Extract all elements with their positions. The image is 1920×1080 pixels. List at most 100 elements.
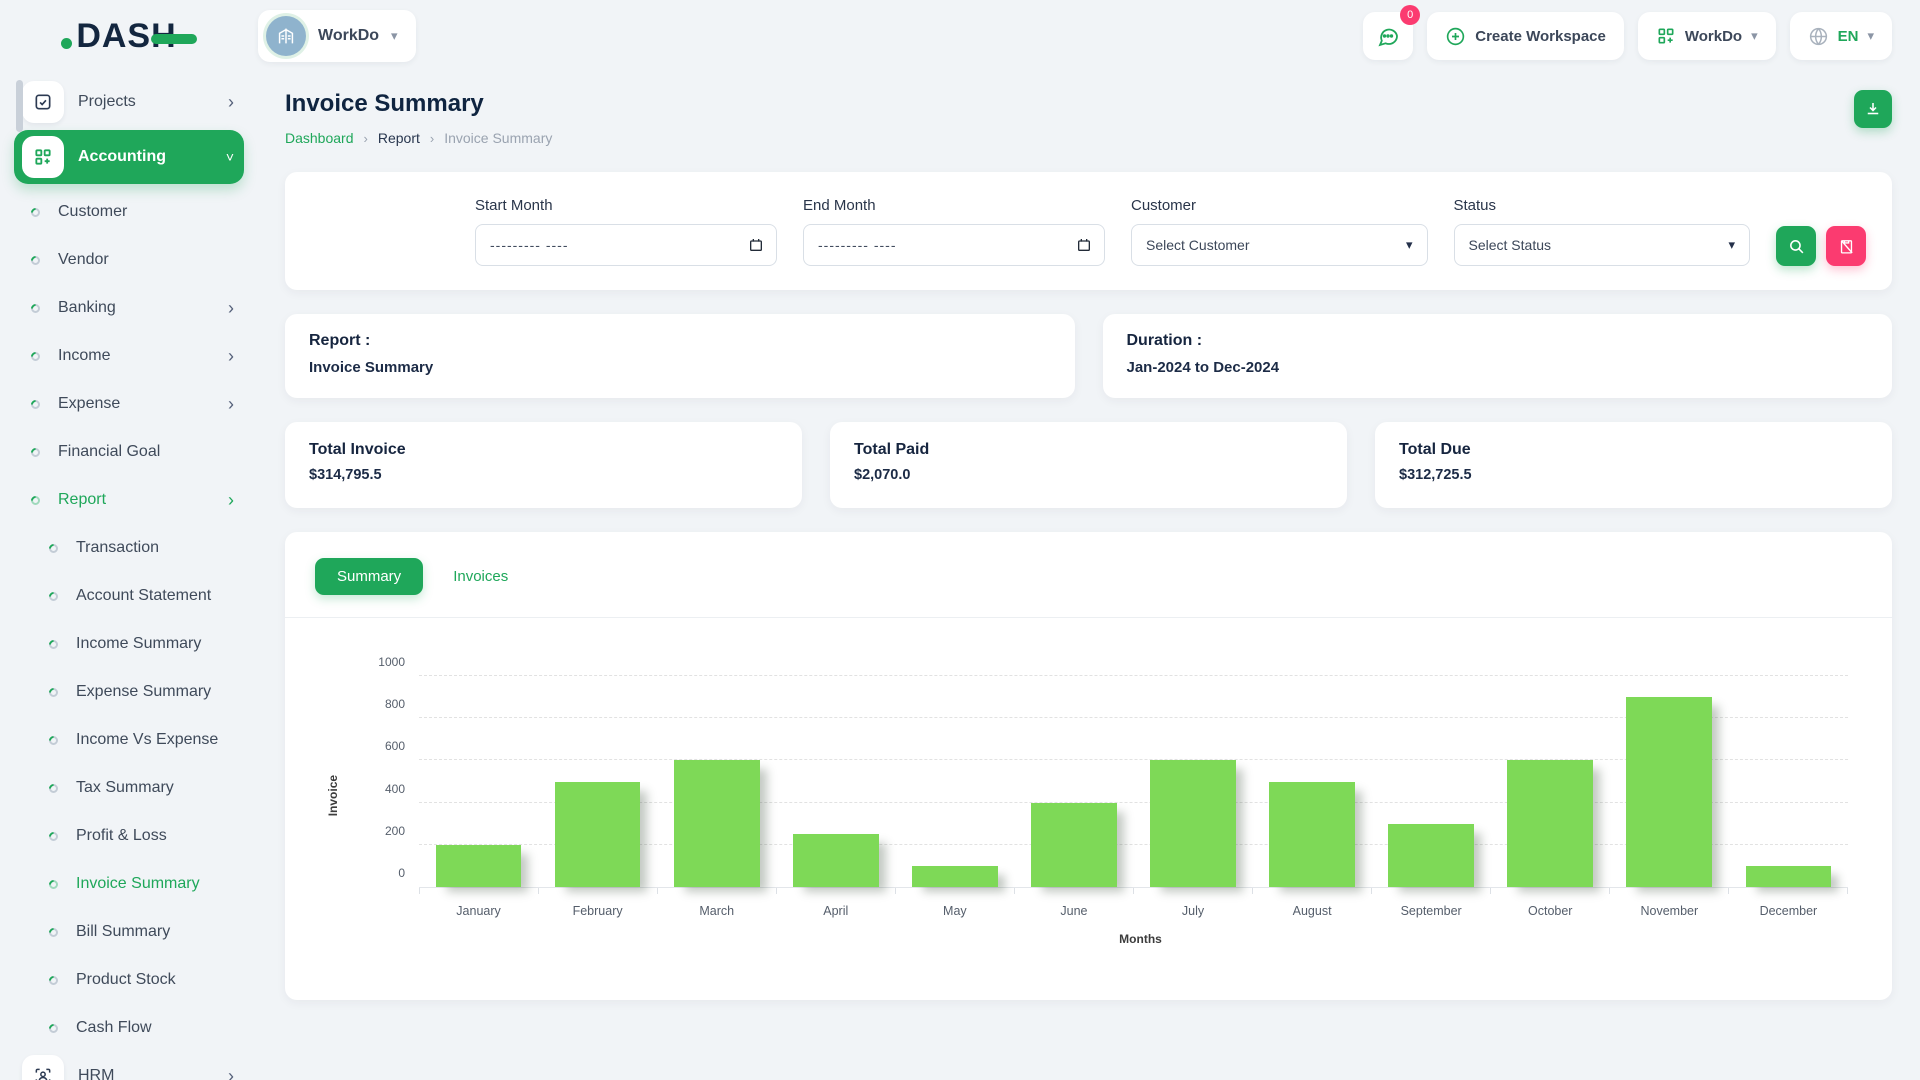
sidebar-item-vendor[interactable]: Vendor xyxy=(14,236,244,284)
stat-value: $312,725.5 xyxy=(1399,467,1868,483)
breadcrumb-report[interactable]: Report xyxy=(378,130,420,146)
bullet-dot-icon xyxy=(47,926,60,939)
sidebar-item-expense[interactable]: Expense› xyxy=(14,380,244,428)
bullet-dot-icon xyxy=(47,782,60,795)
sidebar-item-report[interactable]: Report› xyxy=(14,476,244,524)
chat-bubble-icon xyxy=(1376,24,1400,48)
y-tick-200: 200 xyxy=(385,824,405,838)
sidebar-item-income[interactable]: Income› xyxy=(14,332,244,380)
start-month-input[interactable]: --------- ---- xyxy=(475,224,777,266)
filter-panel: Start Month --------- ---- End Month ---… xyxy=(285,172,1892,290)
sidebar-item-expense-summary[interactable]: Expense Summary xyxy=(14,668,244,716)
reset-filter-button[interactable] xyxy=(1826,226,1866,266)
chevron-down-icon: ▾ xyxy=(1867,28,1874,44)
create-workspace-button[interactable]: Create Workspace xyxy=(1427,12,1624,60)
bar-december[interactable] xyxy=(1746,866,1832,887)
x-label-august: August xyxy=(1253,904,1372,918)
sidebar-item-label: Transaction xyxy=(76,539,234,557)
breadcrumb-separator-icon: › xyxy=(430,131,434,146)
bullet-dot-icon xyxy=(29,302,42,315)
tab-invoices[interactable]: Invoices xyxy=(449,558,512,595)
sidebar-item-label: Expense xyxy=(58,395,228,413)
x-label-september: September xyxy=(1372,904,1491,918)
chevron-right-icon: › xyxy=(228,92,234,113)
plus-circle-icon xyxy=(1445,26,1466,47)
sidebar-item-account-statement[interactable]: Account Statement xyxy=(14,572,244,620)
app-logo[interactable]: DASH xyxy=(0,17,258,56)
workdo-menu-button[interactable]: WorkDo ▾ xyxy=(1638,12,1776,60)
bar-january[interactable] xyxy=(436,845,522,887)
download-report-button[interactable] xyxy=(1854,90,1892,128)
sidebar-item-bill-summary[interactable]: Bill Summary xyxy=(14,908,244,956)
chart-plot-area: 02004006008001000 xyxy=(419,676,1848,888)
y-tick-0: 0 xyxy=(398,866,405,880)
sidebar-item-label: Projects xyxy=(78,93,228,111)
sidebar-item-financial-goal[interactable]: Financial Goal xyxy=(14,428,244,476)
y-tick-1000: 1000 xyxy=(378,655,405,669)
status-select[interactable]: Select Status ▾ xyxy=(1454,224,1751,266)
sidebar-item-cash-flow[interactable]: Cash Flow xyxy=(14,1004,244,1052)
customer-select[interactable]: Select Customer ▾ xyxy=(1131,224,1428,266)
sidebar-item-product-stock[interactable]: Product Stock xyxy=(14,956,244,1004)
y-tick-400: 400 xyxy=(385,782,405,796)
tick-august xyxy=(1253,888,1372,894)
sidebar-item-hrm[interactable]: HRM› xyxy=(14,1052,244,1080)
bar-november[interactable] xyxy=(1626,697,1712,887)
chevron-right-icon: › xyxy=(228,298,234,319)
sidebar-item-tax-summary[interactable]: Tax Summary xyxy=(14,764,244,812)
create-workspace-label: Create Workspace xyxy=(1475,28,1606,45)
bar-september[interactable] xyxy=(1388,824,1474,887)
sidebar-item-profit-loss[interactable]: Profit & Loss xyxy=(14,812,244,860)
bar-slot-april xyxy=(776,676,895,887)
sidebar-item-customer[interactable]: Customer xyxy=(14,188,244,236)
chevron-right-icon: › xyxy=(228,394,234,415)
sidebar-item-accounting[interactable]: Accounting˅ xyxy=(14,130,244,184)
chart-panel: SummaryInvoices Invoice 0200400600800100… xyxy=(285,532,1892,1000)
header-actions: 0 Create Workspace WorkDo ▾ EN xyxy=(1363,12,1892,60)
sidebar-item-transaction[interactable]: Transaction xyxy=(14,524,244,572)
sidebar-scrollbar[interactable] xyxy=(16,80,23,132)
sidebar-item-income-vs-expense[interactable]: Income Vs Expense xyxy=(14,716,244,764)
customer-label: Customer xyxy=(1131,197,1428,214)
calendar-icon[interactable] xyxy=(748,237,764,253)
bar-february[interactable] xyxy=(555,782,641,888)
bar-august[interactable] xyxy=(1269,782,1355,888)
tick-october xyxy=(1491,888,1610,894)
messages-button[interactable]: 0 xyxy=(1363,12,1413,60)
bullet-dot-icon xyxy=(47,734,60,747)
y-tick-800: 800 xyxy=(385,697,405,711)
bar-may[interactable] xyxy=(912,866,998,887)
report-tabs: Summary Invoices xyxy=(315,558,1862,595)
bar-slot-february xyxy=(538,676,657,887)
language-code: EN xyxy=(1838,28,1859,45)
sidebar-item-invoice-summary[interactable]: Invoice Summary xyxy=(14,860,244,908)
workspace-selector[interactable]: WorkDo ▾ xyxy=(258,10,416,62)
breadcrumb-invoice-summary: Invoice Summary xyxy=(444,130,552,146)
breadcrumb-dashboard[interactable]: Dashboard xyxy=(285,130,354,146)
logo-dot-icon xyxy=(61,38,72,49)
x-label-december: December xyxy=(1729,904,1848,918)
sidebar-item-projects[interactable]: Projects› xyxy=(14,78,244,126)
sidebar-item-banking[interactable]: Banking› xyxy=(14,284,244,332)
stat-label: Total Paid xyxy=(854,441,1323,459)
apply-filter-button[interactable] xyxy=(1776,226,1816,266)
workdo-menu-label: WorkDo xyxy=(1685,28,1742,45)
sidebar-item-income-summary[interactable]: Income Summary xyxy=(14,620,244,668)
bar-june[interactable] xyxy=(1031,803,1117,887)
x-label-october: October xyxy=(1491,904,1610,918)
bar-october[interactable] xyxy=(1507,760,1593,887)
bar-july[interactable] xyxy=(1150,760,1236,887)
tab-summary[interactable]: Summary xyxy=(315,558,423,595)
bar-slot-october xyxy=(1491,676,1610,887)
sidebar-item-label: Vendor xyxy=(58,251,234,269)
bar-march[interactable] xyxy=(674,760,760,887)
end-month-input[interactable]: --------- ---- xyxy=(803,224,1105,266)
language-selector[interactable]: EN ▾ xyxy=(1790,12,1892,60)
report-card-value: Invoice Summary xyxy=(309,359,1051,376)
calendar-icon[interactable] xyxy=(1076,237,1092,253)
chevron-down-icon: ▾ xyxy=(1751,28,1758,44)
bar-slot-january xyxy=(419,676,538,887)
bar-april[interactable] xyxy=(793,834,879,887)
x-label-january: January xyxy=(419,904,538,918)
tick-january xyxy=(419,888,539,894)
